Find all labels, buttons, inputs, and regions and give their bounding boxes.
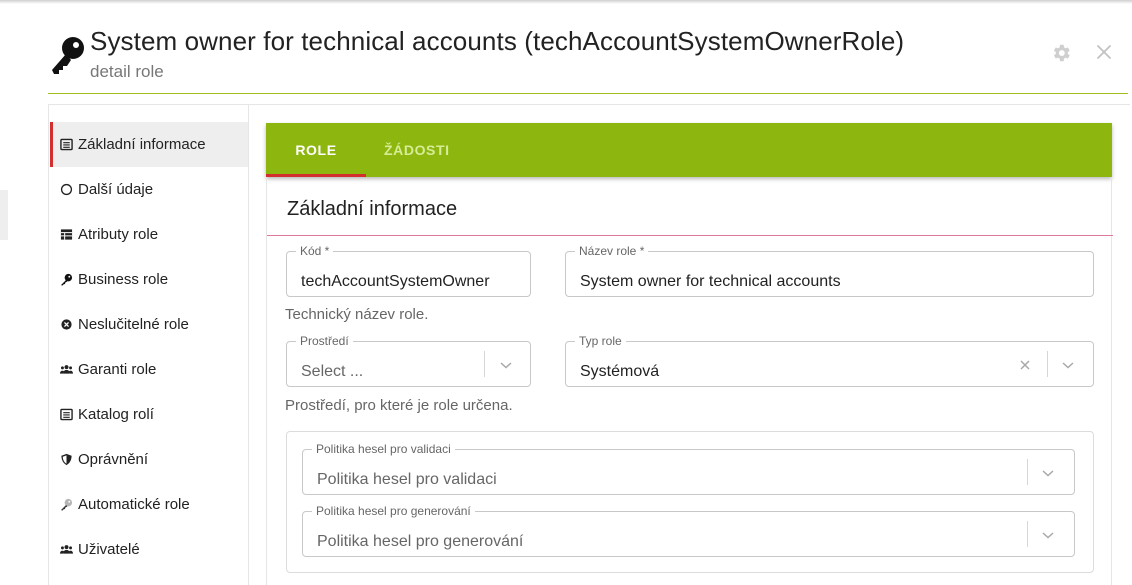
sidebar-item-atributy-role[interactable]: Atributy role (50, 212, 248, 257)
clear-icon[interactable] (1019, 359, 1031, 371)
generovani-separator (1027, 521, 1028, 547)
close-icon[interactable] (1094, 42, 1114, 62)
tab-zadosti-label: ŽÁDOSTI (384, 142, 450, 158)
sidebar-item-business-role[interactable]: Business role (50, 257, 248, 302)
sidebar-item-dalsi-udaje[interactable]: Další údaje (50, 167, 248, 212)
validace-label: Politika hesel pro validaci (316, 442, 451, 456)
tab-zadosti[interactable]: ŽÁDOSTI (384, 123, 450, 177)
key-icon (58, 272, 74, 288)
nazev-label: Název role * (579, 244, 645, 258)
key-icon (52, 37, 84, 74)
sidebar-item-opravneni[interactable]: Oprávnění (50, 437, 248, 482)
validace-placeholder: Politika hesel pro validaci (317, 471, 497, 488)
generovani-label: Politika hesel pro generování (316, 504, 471, 518)
tab-role[interactable]: ROLE (266, 123, 366, 177)
remove-circle-icon (58, 317, 74, 333)
table-icon (58, 227, 74, 243)
sidebar-item-label: Základní informace (78, 136, 206, 153)
prostredi-helper: Prostředí, pro které je role určena. (285, 397, 513, 414)
chevron-down-icon[interactable] (1041, 530, 1055, 540)
tab-bar: ROLE ŽÁDOSTI (266, 123, 1112, 177)
sidebar-item-label: Oprávnění (78, 451, 149, 468)
generovani-select[interactable]: Politika hesel pro generování Politika h… (302, 505, 1075, 557)
header-divider (48, 93, 1128, 94)
sidebar-item-label: Uživatelé (78, 541, 140, 558)
sidebar-item-label: Katalog rolí (78, 406, 154, 423)
page-subtitle: detail role (90, 62, 164, 81)
sidebar-item-uzivatele[interactable]: Uživatelé (50, 527, 248, 572)
chevron-down-icon[interactable] (1041, 468, 1055, 478)
validace-select[interactable]: Politika hesel pro validaci Politika hes… (302, 443, 1075, 495)
sidebar-item-garanti-role[interactable]: Garanti role (50, 347, 248, 392)
page-header: System owner for technical accounts (tec… (48, 26, 1128, 94)
tab-role-label: ROLE (295, 142, 337, 158)
backdrop-edge (0, 190, 8, 240)
sidebar-item-neslucitelne-role[interactable]: Neslučitelné role (50, 302, 248, 347)
sidebar-item-label: Business role (78, 271, 169, 288)
sidebar-item-katalog-roli[interactable]: Katalog rolí (50, 392, 248, 437)
sidebar-item-label: Garanti role (78, 361, 157, 378)
typ-role-value: Systémová (580, 363, 660, 380)
sidebar-item-automaticke-role[interactable]: Automatické role (50, 482, 248, 527)
nazev-field[interactable]: Název role * System owner for technical … (565, 245, 1094, 297)
shield-icon (58, 452, 74, 468)
gear-icon[interactable] (1050, 42, 1072, 64)
sidebar: Základní informace Další údaje Atributy … (50, 122, 248, 572)
sidebar-item-label: Neslučitelné role (78, 316, 189, 333)
typ-role-label: Typ role (579, 334, 622, 348)
nazev-input[interactable]: System owner for technical accounts (580, 273, 1080, 291)
key-gray-icon (58, 497, 74, 513)
sidebar-item-zakladni-informace[interactable]: Základní informace (50, 122, 248, 167)
prostredi-label: Prostředí (300, 334, 349, 348)
kod-label: Kód * (300, 244, 330, 258)
kod-helper: Technický název role. (285, 306, 429, 323)
top-shadow (0, 0, 1132, 4)
list-alt-icon (58, 137, 74, 153)
generovani-placeholder: Politika hesel pro generování (317, 533, 524, 550)
prostredi-placeholder: Select ... (301, 363, 364, 380)
prostredi-select[interactable]: Prostředí Select ... (286, 335, 531, 387)
kod-field[interactable]: Kód * techAccountSystemOwner (286, 245, 531, 297)
users-icon (58, 542, 74, 558)
sidebar-divider (248, 104, 249, 585)
chevron-down-icon[interactable] (1061, 360, 1075, 370)
prostredi-separator (484, 351, 485, 377)
section-title: Základní informace (287, 198, 458, 220)
users-icon (58, 362, 74, 378)
typ-role-select[interactable]: Typ role Systémová (565, 335, 1094, 387)
chevron-down-icon[interactable] (499, 360, 513, 370)
list-alt-icon (58, 407, 74, 423)
page-title: System owner for technical accounts (tec… (90, 26, 905, 56)
kod-input[interactable]: techAccountSystemOwner (301, 273, 527, 291)
sidebar-item-label: Další údaje (78, 181, 154, 198)
validace-separator (1027, 459, 1028, 485)
sidebar-item-label: Automatické role (78, 496, 190, 513)
section-divider (267, 235, 1113, 236)
circle-outline-icon (58, 182, 74, 198)
sidebar-item-label: Atributy role (78, 226, 159, 243)
typ-role-separator (1047, 351, 1048, 377)
